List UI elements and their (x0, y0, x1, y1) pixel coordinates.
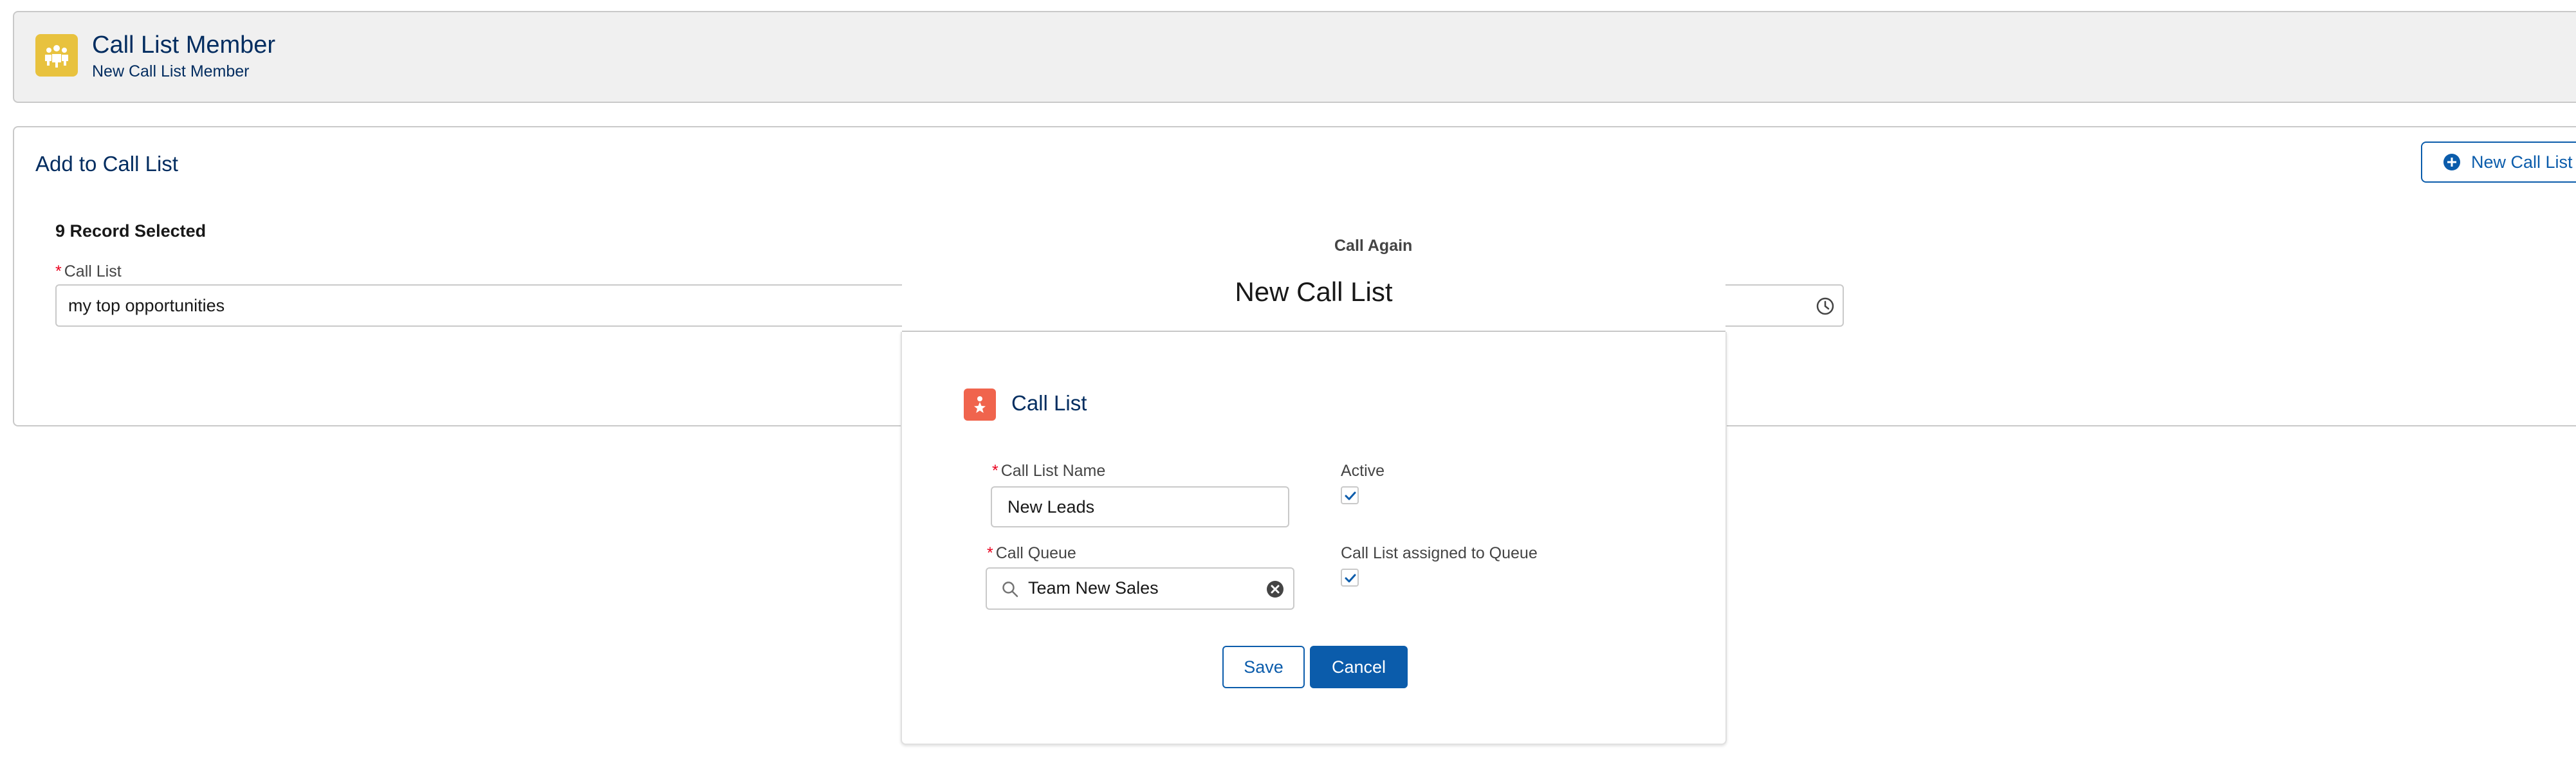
call-queue-lookup[interactable]: Team New Sales (986, 567, 1294, 610)
checkmark-icon (1345, 491, 1356, 500)
required-marker: * (987, 544, 993, 562)
add-circle-icon (2443, 154, 2460, 170)
record-type-title: Call List (1011, 391, 1087, 415)
active-checkbox[interactable] (1341, 486, 1359, 504)
clear-icon[interactable] (1266, 580, 1284, 598)
assigned-to-queue-checkbox[interactable] (1341, 569, 1359, 587)
selected-count: 9 Record Selected (55, 221, 207, 241)
call-list-icon (964, 389, 996, 421)
call-list-label: * Call List (55, 262, 122, 280)
active-label: Active (1341, 462, 1385, 480)
new-call-list-button-label: New Call List (2471, 152, 2573, 172)
call-list-member-icon (35, 34, 78, 77)
call-queue-label: * Call Queue (987, 544, 1076, 562)
required-marker: * (55, 262, 62, 280)
page-header: Call List Member New Call List Member (13, 11, 2576, 103)
new-call-list-modal: Call List * Call List Name New Leads Acti… (901, 332, 1727, 745)
modal-header: New Call List (902, 269, 1725, 332)
modal-title: New Call List (1235, 277, 1393, 307)
checkmark-icon (1345, 574, 1356, 583)
assigned-to-queue-label: Call List assigned to Queue (1341, 544, 1538, 562)
call-list-name-input[interactable]: New Leads (991, 486, 1289, 527)
page-title: Call List Member (92, 32, 276, 59)
call-queue-value: Team New Sales (1028, 578, 1159, 598)
page-subtitle: New Call List Member (92, 62, 250, 80)
clock-icon[interactable] (1816, 297, 1835, 316)
call-list-name-value: New Leads (1007, 497, 1095, 517)
new-call-list-button[interactable]: New Call List (2421, 142, 2576, 183)
search-icon (1002, 581, 1018, 598)
save-button[interactable]: Save (1222, 646, 1305, 688)
card-title: Add to Call List (35, 152, 178, 176)
cancel-button[interactable]: Cancel (1310, 646, 1408, 688)
call-list-name-label: * Call List Name (992, 462, 1106, 480)
call-again-label: Call Again (1334, 237, 1413, 255)
call-list-value: my top opportunities (68, 296, 225, 315)
required-marker: * (992, 462, 998, 480)
